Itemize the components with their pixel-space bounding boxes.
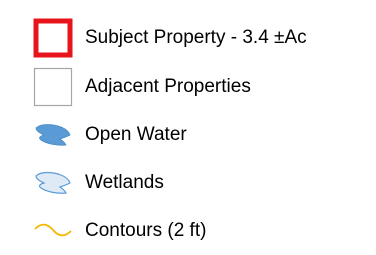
contour-line-icon bbox=[33, 211, 73, 251]
legend-label-contours: Contours (2 ft) bbox=[85, 220, 207, 241]
adjacent-properties-square-icon bbox=[33, 67, 73, 107]
legend-item-subject-property: Subject Property - 3.4 ±Ac bbox=[0, 18, 376, 58]
legend-label-adjacent-properties: Adjacent Properties bbox=[85, 76, 251, 97]
legend-item-adjacent-properties: Adjacent Properties bbox=[0, 67, 376, 107]
legend-label-open-water: Open Water bbox=[85, 124, 187, 145]
legend-label-subject-property: Subject Property - 3.4 ±Ac bbox=[85, 27, 307, 48]
legend-item-open-water: Open Water bbox=[0, 115, 376, 155]
legend-label-wetlands: Wetlands bbox=[85, 172, 164, 193]
legend-item-contours: Contours (2 ft) bbox=[0, 211, 376, 251]
map-legend: Subject Property - 3.4 ±Ac Adjacent Prop… bbox=[0, 0, 376, 255]
subject-property-square-icon bbox=[33, 18, 73, 58]
wetlands-icon bbox=[33, 163, 73, 203]
open-water-icon bbox=[33, 115, 73, 155]
legend-item-wetlands: Wetlands bbox=[0, 163, 376, 203]
